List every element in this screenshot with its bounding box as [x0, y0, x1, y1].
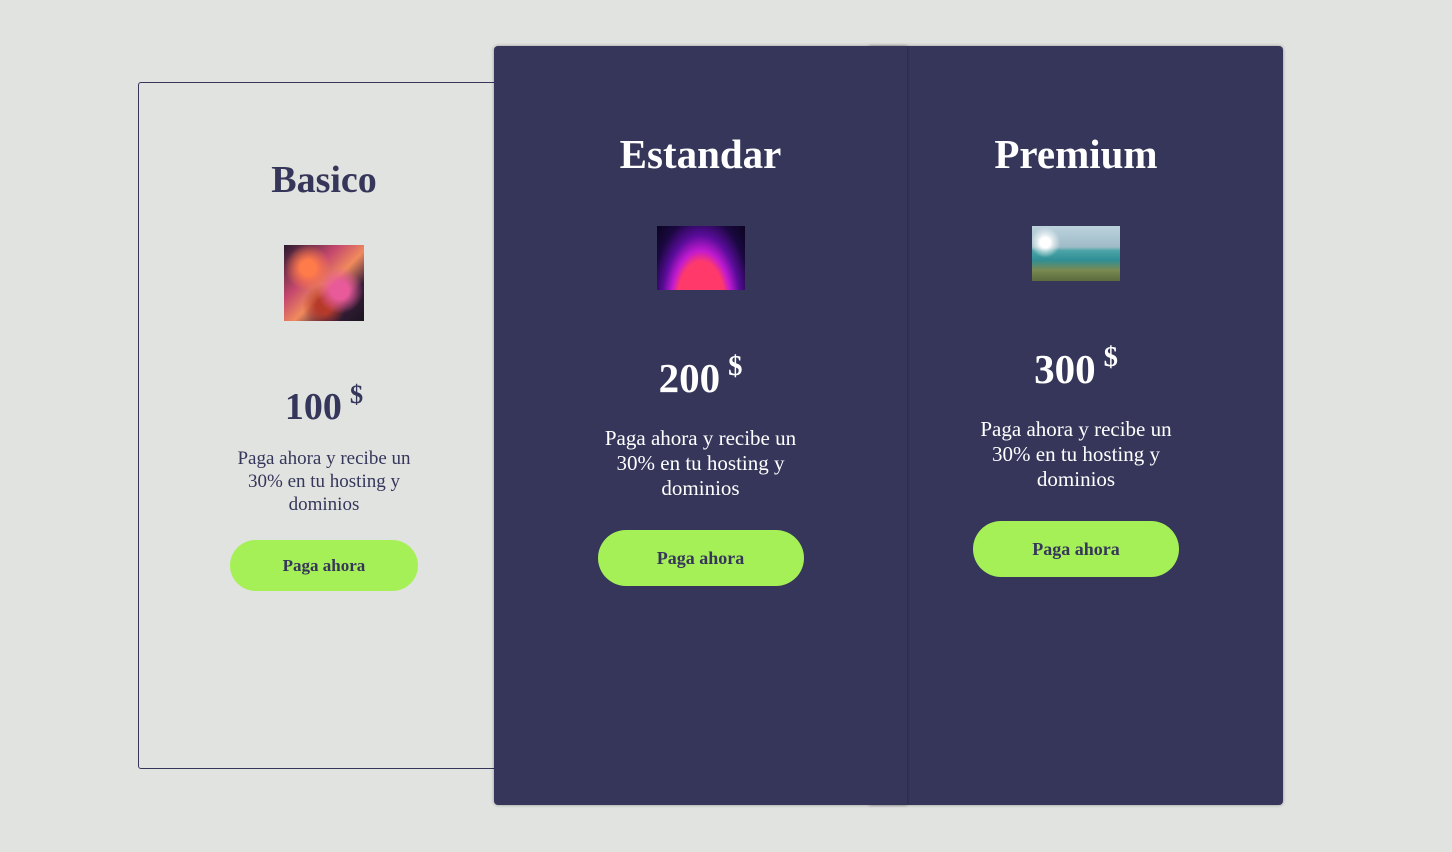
plan-image: [656, 226, 745, 290]
plan-price: 200 $: [494, 352, 907, 399]
price-currency: $: [728, 350, 743, 382]
price-amount: 300: [1034, 346, 1096, 393]
price-amount: 200: [658, 355, 721, 402]
plan-description: Paga ahora y recibe un 30% en tu hosting…: [980, 417, 1172, 491]
pay-now-button[interactable]: Paga ahora: [973, 521, 1179, 577]
plan-title: Estandar: [619, 131, 782, 177]
price-currency: $: [1103, 341, 1118, 373]
plan-description: Paga ahora y recibe un 30% en tu hosting…: [604, 426, 797, 500]
plan-card-premium: Premium 300 $ Paga ahora y recibe un 30% …: [869, 46, 1283, 805]
plan-title: Basico: [271, 159, 377, 201]
plan-price: 100 $: [139, 381, 509, 426]
pricing-section: Basico 100 $ Paga ahora y recibe un 30% e…: [0, 0, 1452, 852]
plan-description: Paga ahora y recibe un 30% en tu hosting…: [237, 448, 411, 515]
price-currency: $: [349, 379, 364, 409]
pay-now-button[interactable]: Paga ahora: [597, 530, 804, 586]
plan-card-estandar: Estandar 200 $ Paga ahora y recibe un 30%…: [494, 46, 907, 805]
pay-now-button[interactable]: Paga ahora: [230, 540, 418, 591]
plan-image: [284, 245, 364, 321]
plan-image: [1032, 226, 1120, 281]
plan-price: 300 $: [869, 343, 1283, 390]
plan-card-basico: Basico 100 $ Paga ahora y recibe un 30% e…: [138, 82, 510, 769]
price-amount: 100: [284, 385, 342, 428]
plan-title: Premium: [994, 131, 1158, 177]
